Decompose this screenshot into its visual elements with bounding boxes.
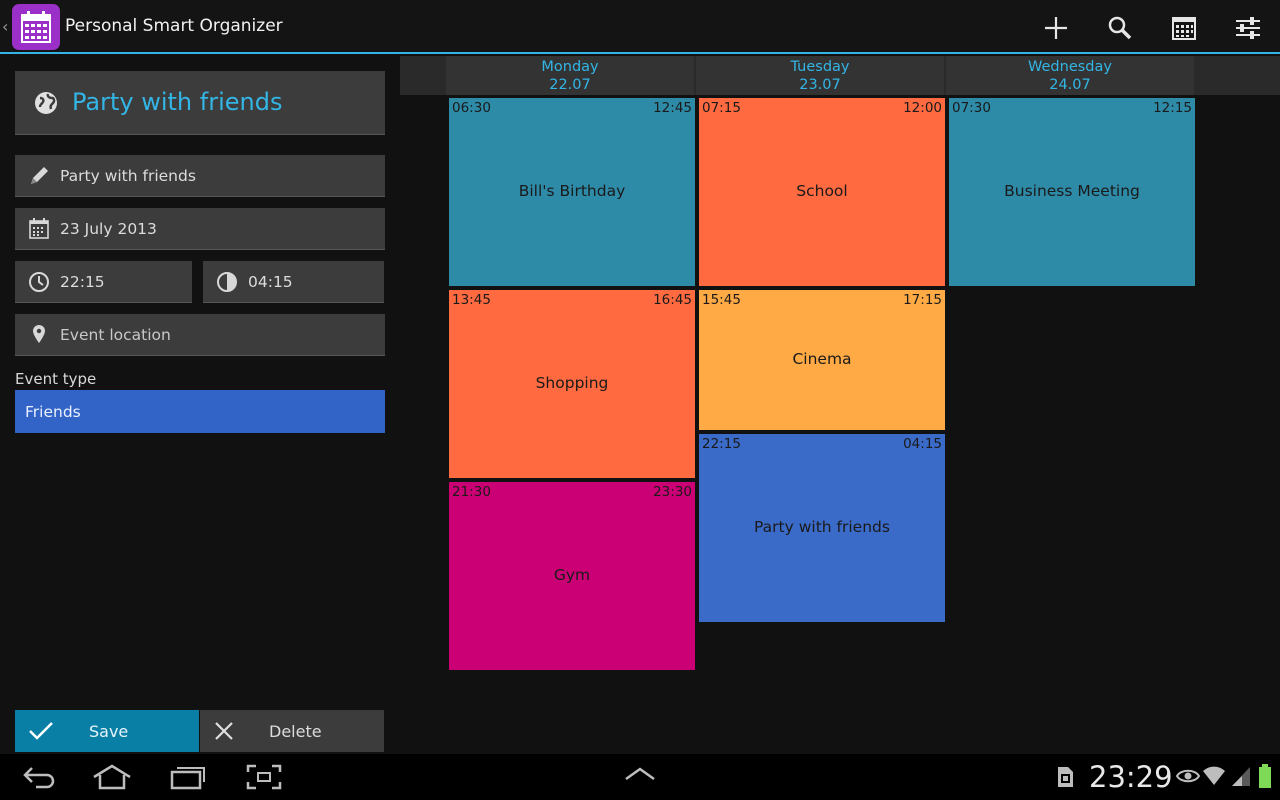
sd-card-icon bbox=[1056, 766, 1074, 792]
event-end: 04:15 bbox=[903, 436, 942, 452]
day-date: 24.07 bbox=[1049, 77, 1091, 93]
start-time-value: 22:15 bbox=[60, 273, 105, 291]
event-type-select[interactable]: Friends bbox=[15, 390, 385, 433]
event-location-field[interactable]: Event location bbox=[15, 314, 385, 356]
event-start: 06:30 bbox=[452, 100, 491, 116]
event-name: Bill's Birthday bbox=[518, 182, 626, 200]
checkmark-icon bbox=[28, 720, 54, 746]
pencil-icon bbox=[28, 165, 50, 191]
calendar-icon[interactable] bbox=[1168, 12, 1200, 44]
end-time-field[interactable]: 04:15 bbox=[203, 261, 384, 303]
event-end: 16:45 bbox=[653, 292, 692, 308]
event-end: 12:45 bbox=[653, 100, 692, 116]
app-calendar-icon[interactable] bbox=[12, 4, 60, 50]
event-block[interactable]: 22:15 04:15 Party with friends bbox=[699, 434, 945, 622]
app-title: Personal Smart Organizer bbox=[65, 16, 283, 36]
date-icon bbox=[28, 218, 50, 244]
delete-label: Delete bbox=[269, 722, 322, 741]
event-block[interactable]: 07:30 12:15 Business Meeting bbox=[949, 98, 1195, 286]
event-name: Cinema bbox=[792, 350, 852, 368]
event-end: 12:15 bbox=[1153, 100, 1192, 116]
event-start: 21:30 bbox=[452, 484, 491, 500]
event-name: School bbox=[796, 182, 848, 200]
location-pin-icon bbox=[28, 324, 50, 350]
duration-icon bbox=[216, 271, 238, 297]
event-block[interactable]: 06:30 12:45 Bill's Birthday bbox=[449, 98, 695, 286]
event-block[interactable]: 21:30 23:30 Gym bbox=[449, 482, 695, 670]
event-start: 22:15 bbox=[702, 436, 741, 452]
day-header-monday[interactable]: Monday 22.07 bbox=[446, 56, 694, 95]
event-block[interactable]: 13:45 16:45 Shopping bbox=[449, 290, 695, 478]
wifi-icon bbox=[1202, 764, 1226, 790]
day-header-wednesday[interactable]: Wednesday 24.07 bbox=[946, 56, 1194, 95]
day-name: Monday bbox=[541, 59, 599, 75]
end-time-value: 04:15 bbox=[248, 273, 293, 291]
screenshot-icon[interactable] bbox=[246, 764, 282, 794]
event-date-field[interactable]: 23 July 2013 bbox=[15, 208, 385, 250]
battery-icon bbox=[1258, 764, 1272, 792]
event-name: Party with friends bbox=[754, 518, 890, 536]
system-navigation-bar: 23:29 bbox=[0, 754, 1280, 800]
event-start: 07:30 bbox=[952, 100, 991, 116]
event-date-value: 23 July 2013 bbox=[60, 220, 157, 238]
event-name: Business Meeting bbox=[1004, 182, 1140, 200]
event-type-value: Friends bbox=[25, 403, 81, 421]
action-bar: ‹ Personal Smart Organizer bbox=[0, 0, 1280, 54]
start-time-field[interactable]: 22:15 bbox=[15, 261, 192, 303]
home-icon[interactable] bbox=[92, 764, 132, 794]
event-block[interactable]: 15:45 17:15 Cinema bbox=[699, 290, 945, 430]
back-icon[interactable] bbox=[22, 764, 56, 794]
event-name-value: Party with friends bbox=[60, 167, 196, 185]
event-end: 23:30 bbox=[653, 484, 692, 500]
day-name: Wednesday bbox=[1028, 59, 1112, 75]
day-header-tuesday[interactable]: Tuesday 23.07 bbox=[696, 56, 944, 95]
event-name: Shopping bbox=[535, 374, 609, 392]
event-location-placeholder: Event location bbox=[60, 326, 171, 344]
add-icon[interactable] bbox=[1040, 12, 1072, 44]
event-name: Gym bbox=[553, 566, 591, 584]
event-start: 13:45 bbox=[452, 292, 491, 308]
globe-icon bbox=[33, 90, 59, 120]
up-caret-icon[interactable]: ‹ bbox=[2, 17, 8, 36]
event-start: 07:15 bbox=[702, 100, 741, 116]
event-name-field[interactable]: Party with friends bbox=[15, 155, 385, 197]
search-icon[interactable] bbox=[1104, 12, 1136, 44]
eye-icon bbox=[1175, 768, 1201, 788]
event-title: Party with friends bbox=[72, 88, 283, 116]
event-type-label: Event type bbox=[15, 370, 97, 388]
close-icon bbox=[213, 720, 235, 746]
event-block[interactable]: 07:15 12:00 School bbox=[699, 98, 945, 286]
event-end: 17:15 bbox=[903, 292, 942, 308]
save-button[interactable]: Save bbox=[15, 710, 199, 752]
settings-sliders-icon[interactable] bbox=[1232, 12, 1264, 44]
event-end: 12:00 bbox=[903, 100, 942, 116]
clock: 23:29 bbox=[1089, 760, 1173, 794]
save-label: Save bbox=[89, 722, 129, 741]
event-start: 15:45 bbox=[702, 292, 741, 308]
clock-icon bbox=[28, 271, 50, 297]
day-name: Tuesday bbox=[790, 59, 850, 75]
signal-icon bbox=[1230, 765, 1252, 791]
recent-apps-icon[interactable] bbox=[170, 764, 206, 794]
day-date: 23.07 bbox=[799, 77, 841, 93]
chevron-up-icon[interactable] bbox=[624, 766, 656, 786]
event-title-header: Party with friends bbox=[15, 71, 385, 135]
day-date: 22.07 bbox=[549, 77, 591, 93]
delete-button[interactable]: Delete bbox=[200, 710, 384, 752]
